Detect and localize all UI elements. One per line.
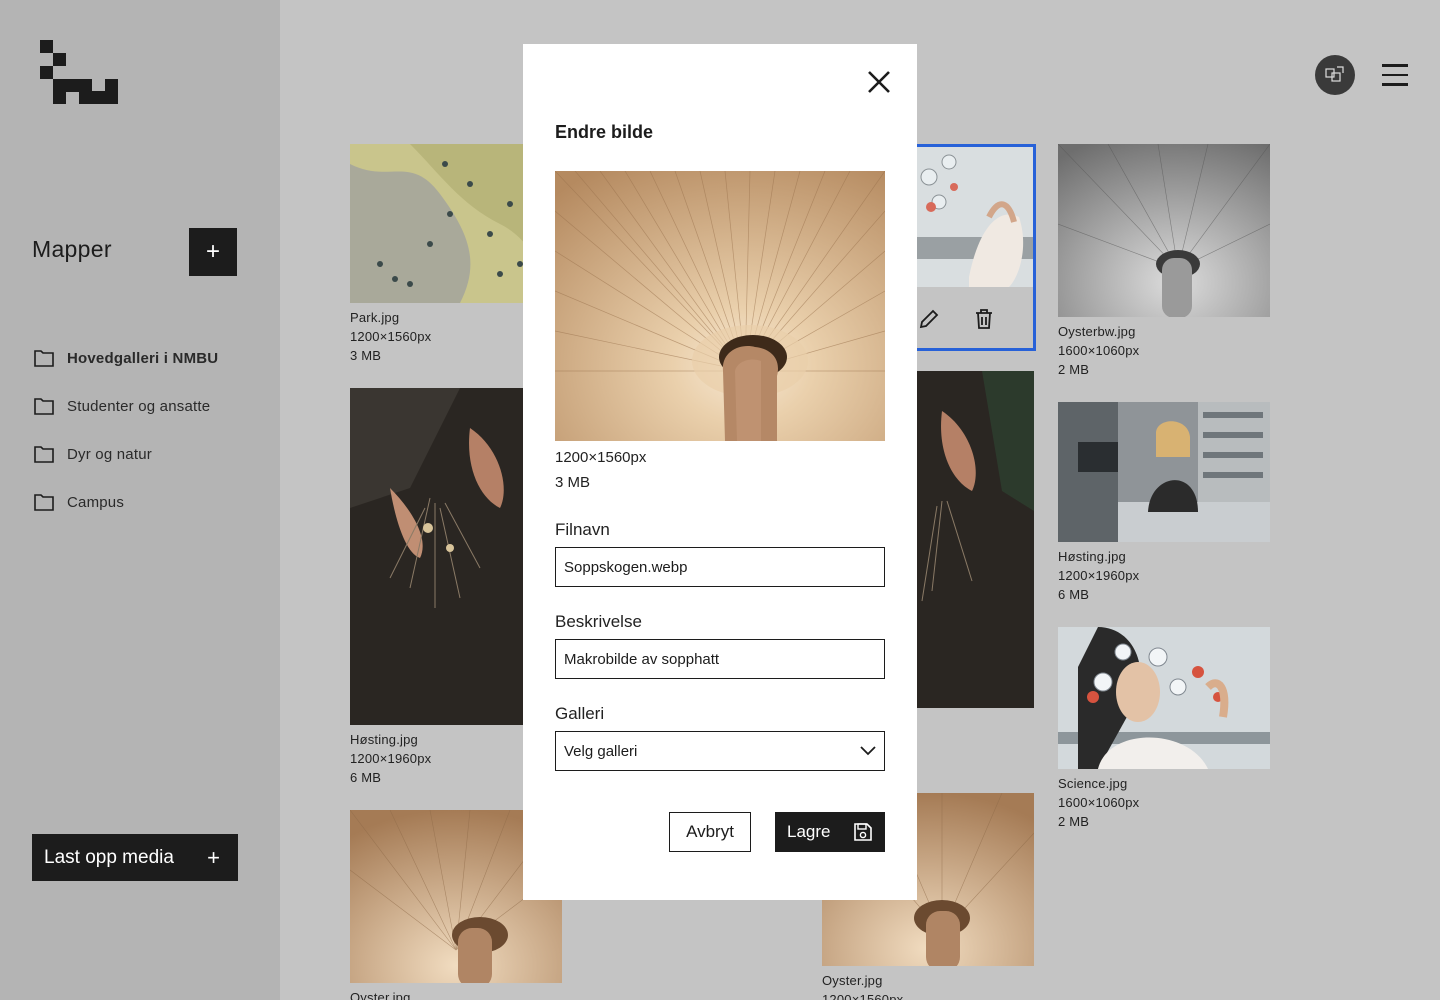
- folder-icon: [34, 494, 54, 511]
- trash-icon[interactable]: [974, 308, 994, 330]
- image-meta: Høsting.jpg 1200×1960px 6 MB: [1058, 547, 1270, 604]
- image-dims: 1600×1060px: [1058, 795, 1140, 810]
- modal-title: Endre bilde: [555, 122, 654, 142]
- image-dims: 1200×1560px: [822, 992, 904, 1000]
- folder-list: Hovedgalleri i NMBU Studenter og ansatte…: [34, 334, 274, 526]
- image-thumbnail: [1057, 143, 1271, 318]
- user-avatar-icon: [1325, 66, 1344, 82]
- description-input[interactable]: [564, 650, 876, 668]
- chevron-down-icon: [860, 746, 876, 756]
- folder-item-studenter[interactable]: Studenter og ansatte: [34, 382, 274, 430]
- edit-image-modal: Endre bilde 1200×1560px 3 MB Filnavn Sop…: [523, 44, 917, 900]
- image-meta: Oysterbw.jpg 1600×1060px 2 MB: [1058, 322, 1270, 379]
- image-size: 2 MB: [1058, 362, 1090, 377]
- description-label: Beskrivelse: [555, 612, 642, 631]
- gallery-card[interactable]: Høsting.jpg 1200×1960px 6 MB: [1058, 402, 1270, 604]
- save-label: Lagre: [787, 822, 831, 841]
- folder-icon: [34, 350, 54, 367]
- hamburger-menu-icon[interactable]: [1382, 64, 1408, 88]
- gallery-select[interactable]: Velg galleri: [555, 731, 885, 771]
- add-folder-button[interactable]: +: [189, 228, 237, 276]
- upload-label: Last opp media: [44, 846, 174, 868]
- edit-pencil-icon[interactable]: [918, 308, 940, 330]
- folder-icon: [34, 446, 54, 463]
- gallery-card[interactable]: Science.jpg 1600×1060px 2 MB: [1058, 627, 1270, 831]
- cancel-button[interactable]: Avbryt: [669, 812, 751, 852]
- close-icon[interactable]: [865, 68, 893, 96]
- plus-icon: +: [207, 844, 220, 870]
- folder-item-campus[interactable]: Campus: [34, 478, 274, 526]
- image-name: Høsting.jpg: [1058, 549, 1126, 564]
- image-preview: [555, 171, 885, 441]
- image-name: Oyster.jpg: [350, 990, 411, 1000]
- image-dims: 1200×1960px: [1058, 568, 1140, 583]
- image-size: 3 MB: [555, 474, 591, 491]
- save-button[interactable]: Lagre: [775, 812, 885, 852]
- image-name: Science.jpg: [1058, 776, 1128, 791]
- sidebar: Mapper + Hovedgalleri i NMBU Studenter o…: [0, 0, 280, 1000]
- image-dims: 1200×1560px: [555, 449, 647, 466]
- image-name: Oysterbw.jpg: [1058, 324, 1136, 339]
- gallery-card[interactable]: Oysterbw.jpg 1600×1060px 2 MB: [1057, 143, 1271, 379]
- image-meta: Science.jpg 1600×1060px 2 MB: [1058, 774, 1270, 831]
- image-meta: Oyster.jpg 1200×1560px: [822, 971, 1034, 1000]
- image-thumbnail: [909, 147, 1033, 287]
- image-details: 1200×1560px 3 MB: [555, 445, 646, 495]
- folder-label: Dyr og natur: [67, 445, 152, 463]
- image-meta: Oyster.jpg: [350, 988, 562, 1000]
- description-field[interactable]: [555, 639, 885, 679]
- image-thumbnail: [1058, 402, 1270, 542]
- gallery-label: Galleri: [555, 704, 605, 723]
- selected-card-tools: [906, 296, 1036, 348]
- folder-item-hovedgalleri[interactable]: Hovedgalleri i NMBU: [34, 334, 274, 382]
- filename-field[interactable]: [555, 547, 885, 587]
- folders-title: Mapper: [32, 236, 112, 262]
- filename-input[interactable]: [564, 558, 876, 576]
- folder-label: Studenter og ansatte: [67, 397, 211, 415]
- save-disk-icon: [854, 823, 872, 841]
- folder-label: Campus: [67, 493, 125, 511]
- image-dims: 1600×1060px: [1058, 343, 1140, 358]
- upload-media-button[interactable]: Last opp media +: [32, 834, 238, 881]
- filename-label: Filnavn: [555, 520, 610, 539]
- folder-icon: [34, 398, 54, 415]
- gallery-select-value: Velg galleri: [564, 742, 638, 760]
- image-size: 2 MB: [1058, 814, 1090, 829]
- avatar[interactable]: [1315, 55, 1355, 95]
- image-thumbnail: [1058, 627, 1270, 769]
- logo[interactable]: [40, 40, 118, 104]
- image-name: Oyster.jpg: [822, 973, 883, 988]
- folder-label: Hovedgalleri i NMBU: [67, 349, 219, 367]
- image-size: 6 MB: [1058, 587, 1090, 602]
- folder-item-dyr[interactable]: Dyr og natur: [34, 430, 274, 478]
